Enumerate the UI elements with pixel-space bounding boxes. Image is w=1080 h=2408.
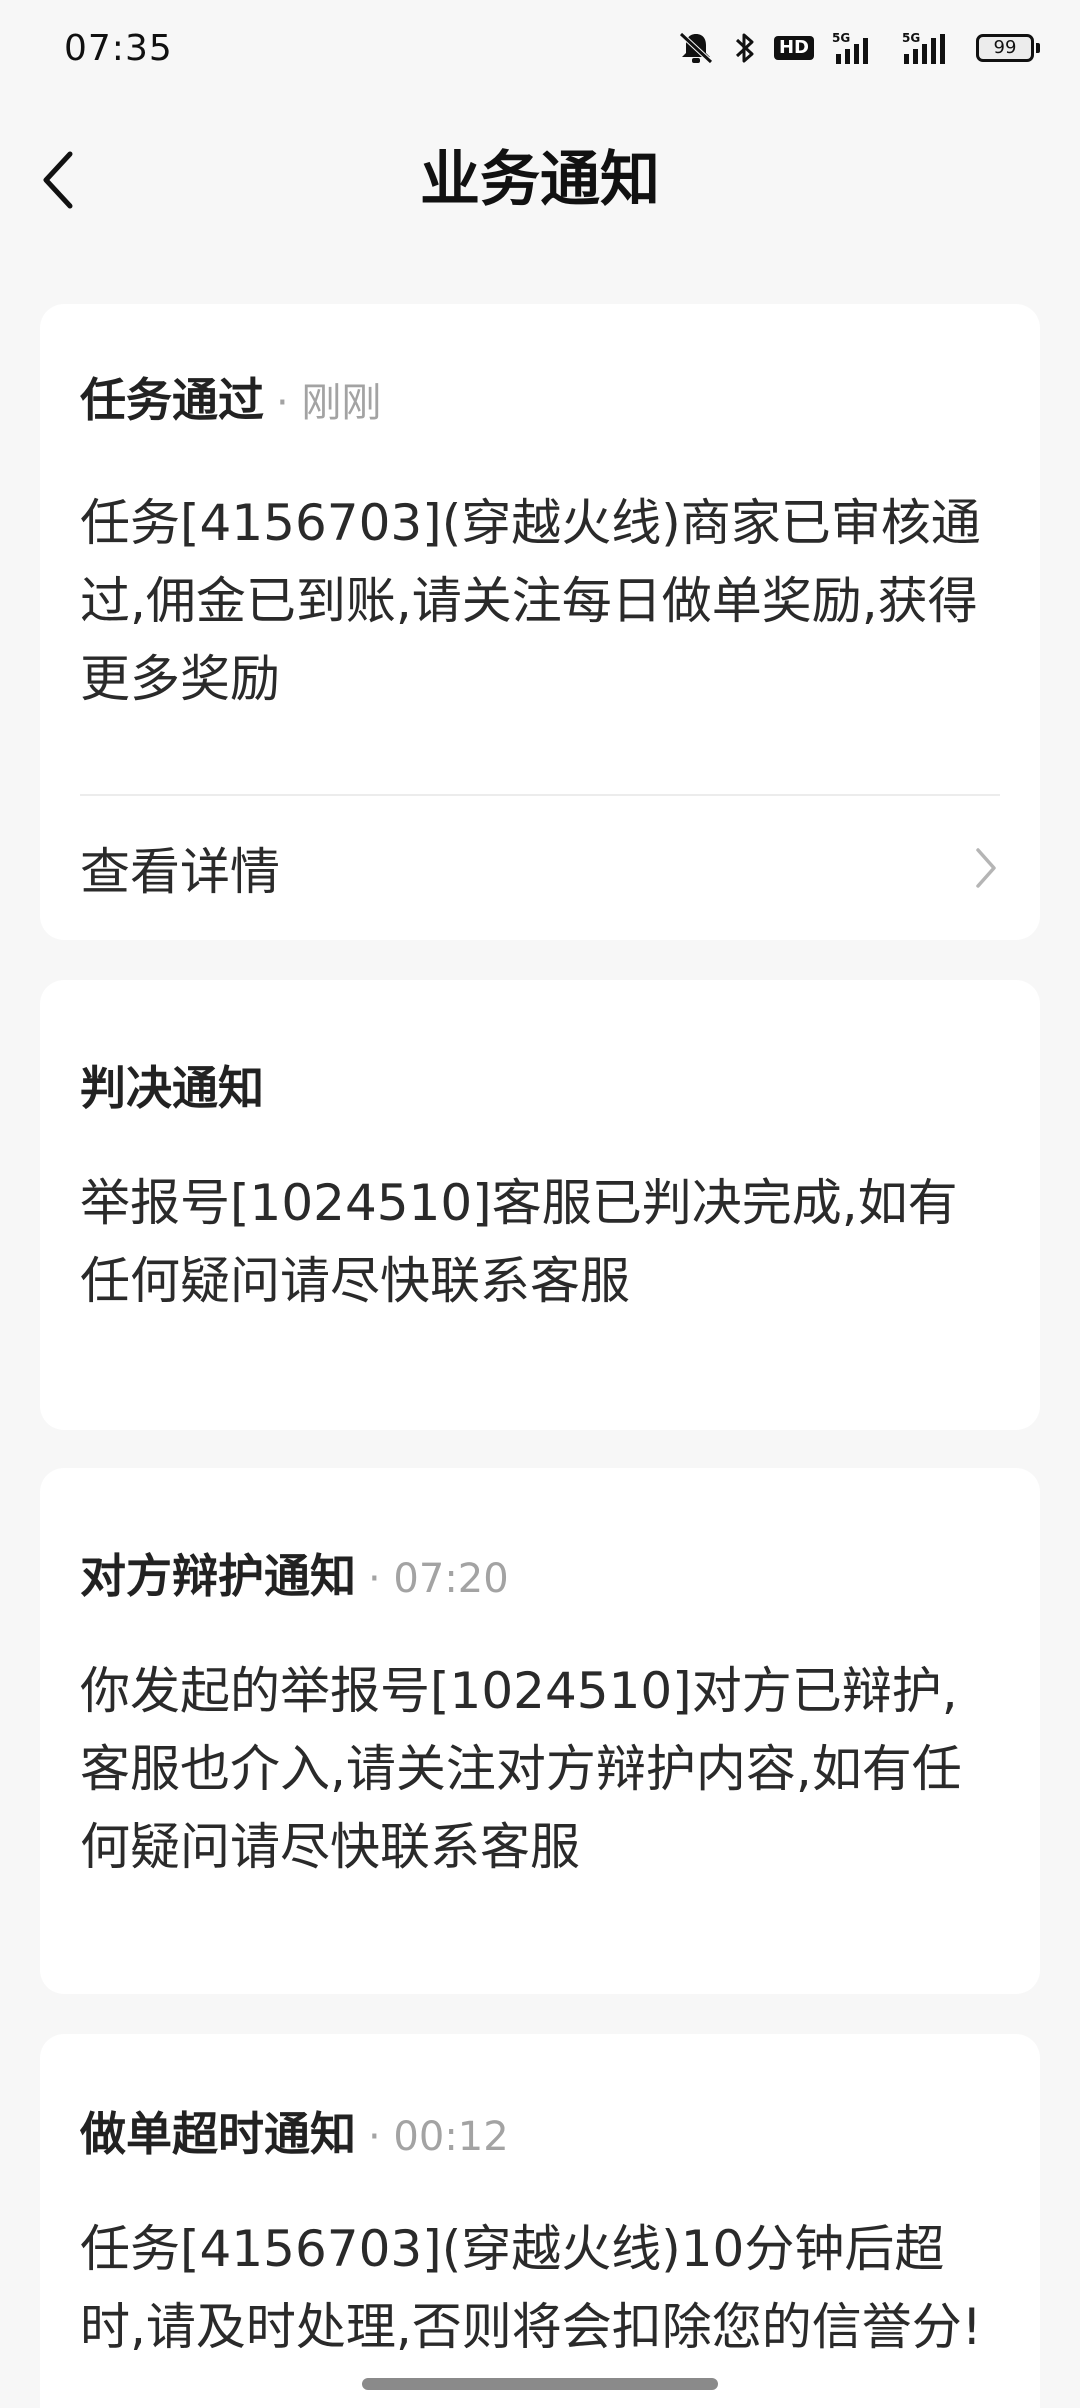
card-header: 任务通过 · 刚刚 [80,364,1000,430]
notification-card: 做单超时通知 · 00:12 任务[4156703](穿越火线)10分钟后超时,… [40,2034,1040,2408]
hd-badge: HD [773,36,814,60]
status-bar: 07:35 HD 5G 5G 99 [0,0,1080,96]
view-details-label: 查看详情 [80,843,280,901]
notification-body: 你发起的举报号[1024510]对方已辩护,客服也介入,请关注对方辩护内容,如有… [80,1662,962,1876]
svg-text:5G: 5G [832,31,850,45]
notification-body: 任务[4156703](穿越火线)10分钟后超时,请及时处理,否则将会扣除您的信… [80,2220,982,2356]
notification-time: · 00:12 [368,2114,509,2160]
home-indicator[interactable] [362,2378,718,2390]
notification-title: 判决通知 [80,1061,264,1115]
status-icons: HD 5G 5G 99 [676,30,1040,66]
notification-time: · 07:20 [368,1556,509,1602]
header: 业务通知 [0,120,1080,240]
divider [80,794,1000,796]
notification-title: 做单超时通知 [80,2107,356,2161]
notification-body: 任务[4156703](穿越火线)商家已审核通过,佣金已到账,请关注每日做单奖励… [80,494,981,708]
notification-title: 任务通过 [80,373,264,427]
notification-title: 对方辩护通知 [80,1549,356,1603]
card-header: 对方辩护通知 · 07:20 [80,1540,1000,1606]
battery-icon: 99 [976,34,1040,62]
notification-card: 任务通过 · 刚刚 任务[4156703](穿越火线)商家已审核通过,佣金已到账… [40,304,1040,940]
signal-icon-2: 5G [898,30,958,66]
chevron-right-icon [976,848,996,888]
card-header: 做单超时通知 · 00:12 [80,2098,1000,2164]
signal-icon-1: 5G [832,30,880,66]
battery-level: 99 [976,34,1034,62]
notification-card: 对方辩护通知 · 07:20 你发起的举报号[1024510]对方已辩护,客服也… [40,1468,1040,1994]
mute-icon [676,30,716,66]
card-header: 判决通知 [80,1052,1000,1118]
page-title: 业务通知 [420,145,660,215]
notification-card: 判决通知 举报号[1024510]客服已判决完成,如有任何疑问请尽快联系客服 [40,980,1040,1430]
status-time: 07:35 [64,27,173,69]
svg-text:5G: 5G [902,31,920,45]
view-details-link[interactable]: 查看详情 [80,828,1000,908]
notification-time: · 刚刚 [276,380,382,426]
bluetooth-icon [734,30,756,66]
notification-body: 举报号[1024510]客服已判决完成,如有任何疑问请尽快联系客服 [80,1174,958,1310]
